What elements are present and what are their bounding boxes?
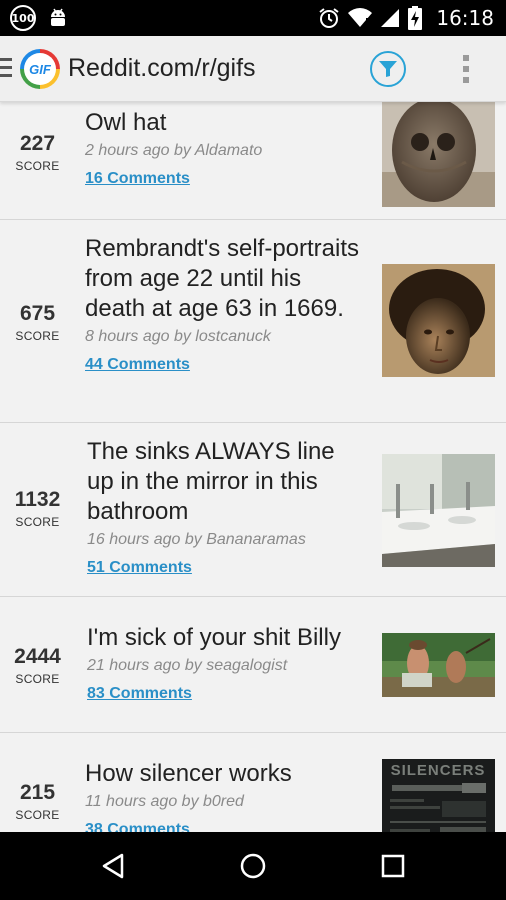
- hamburger-icon[interactable]: [0, 58, 12, 80]
- filter-icon: [379, 61, 397, 77]
- back-icon: [102, 853, 124, 879]
- filter-button[interactable]: [370, 51, 406, 87]
- post-meta: 21 hours ago by seagalogist: [87, 657, 288, 674]
- post-meta: 8 hours ago by lostcanuck: [85, 328, 271, 345]
- alarm-icon: [319, 8, 339, 28]
- post-body: The sinks ALWAYS line up in the mirror i…: [87, 437, 367, 577]
- post-title[interactable]: Owl hat: [85, 108, 365, 138]
- score-box: 227 SCORE: [0, 132, 75, 173]
- status-bar: 100 16:18: [0, 0, 506, 36]
- comments-link[interactable]: 83 Comments: [87, 685, 192, 703]
- score-value: 1132: [14, 488, 61, 511]
- score-value: 2444: [14, 645, 61, 668]
- comments-link[interactable]: 16 Comments: [85, 170, 190, 188]
- post-body: I'm sick of your shit Billy 21 hours ago…: [87, 623, 372, 703]
- post-meta: 2 hours ago by Aldamato: [85, 142, 263, 159]
- app-logo-text: GIF: [29, 61, 51, 77]
- signal-icon: [381, 9, 400, 27]
- score-label: SCORE: [15, 329, 60, 343]
- score-value: 227: [19, 132, 56, 155]
- post-body: Owl hat 2 hours ago by Aldamato 16 Comme…: [85, 108, 365, 188]
- score-label: SCORE: [15, 808, 60, 822]
- silencer-thumb-title: SILENCERS: [391, 762, 486, 779]
- post-thumbnail[interactable]: [382, 264, 495, 377]
- recents-button[interactable]: [368, 846, 418, 886]
- comments-link[interactable]: 44 Comments: [85, 356, 190, 374]
- post-thumbnail[interactable]: [382, 102, 495, 207]
- android-icon: [51, 8, 65, 26]
- clock: 16:18: [436, 6, 494, 30]
- post-body: Rembrandt's self-portraits from age 22 u…: [85, 234, 365, 374]
- wifi-icon: [348, 8, 373, 27]
- score-box: 215 SCORE: [0, 781, 75, 822]
- home-button[interactable]: [228, 846, 278, 886]
- score-box: 1132 SCORE: [0, 488, 75, 529]
- score-value: 675: [19, 302, 56, 325]
- overflow-menu-icon[interactable]: [455, 53, 477, 85]
- post-title[interactable]: I'm sick of your shit Billy: [87, 623, 372, 653]
- back-button[interactable]: [88, 846, 138, 886]
- comments-link[interactable]: 51 Comments: [87, 559, 192, 577]
- post-item[interactable]: 1132 SCORE The sinks ALWAYS line up in t…: [0, 423, 506, 597]
- app-bar: GIF Reddit.com/r/gifs: [0, 36, 506, 102]
- subreddit-title[interactable]: Reddit.com/r/gifs: [68, 54, 256, 83]
- post-thumbnail[interactable]: [382, 633, 495, 697]
- post-feed[interactable]: 227 SCORE Owl hat 2 hours ago by Aldamat…: [0, 102, 506, 832]
- post-title[interactable]: The sinks ALWAYS line up in the mirror i…: [87, 437, 367, 527]
- post-body: How silencer works 11 hours ago by b0red…: [85, 759, 365, 832]
- app-logo[interactable]: GIF: [20, 49, 60, 89]
- score-value: 215: [19, 781, 56, 804]
- score-label: SCORE: [15, 672, 60, 686]
- post-meta: 16 hours ago by Bananaramas: [87, 531, 306, 548]
- home-icon: [240, 853, 266, 879]
- score-label: SCORE: [15, 159, 60, 173]
- notification-badge-icon: 100: [10, 5, 36, 31]
- score-box: 675 SCORE: [0, 302, 75, 343]
- post-title[interactable]: Rembrandt's self-portraits from age 22 u…: [85, 234, 365, 324]
- comments-link[interactable]: 38 Comments: [85, 821, 190, 832]
- post-meta: 11 hours ago by b0red: [85, 793, 244, 810]
- battery-charging-icon: [408, 6, 423, 30]
- navigation-bar: [0, 832, 506, 900]
- post-item[interactable]: 227 SCORE Owl hat 2 hours ago by Aldamat…: [0, 102, 506, 220]
- score-label: SCORE: [15, 515, 60, 529]
- post-item[interactable]: 675 SCORE Rembrandt's self-portraits fro…: [0, 220, 506, 423]
- post-thumbnail[interactable]: SILENCERS: [382, 759, 495, 832]
- recents-icon: [381, 854, 405, 878]
- post-item[interactable]: 2444 SCORE I'm sick of your shit Billy 2…: [0, 597, 506, 733]
- score-box: 2444 SCORE: [0, 645, 75, 686]
- post-item[interactable]: 215 SCORE How silencer works 11 hours ag…: [0, 733, 506, 832]
- post-thumbnail[interactable]: [382, 454, 495, 567]
- post-title[interactable]: How silencer works: [85, 759, 365, 789]
